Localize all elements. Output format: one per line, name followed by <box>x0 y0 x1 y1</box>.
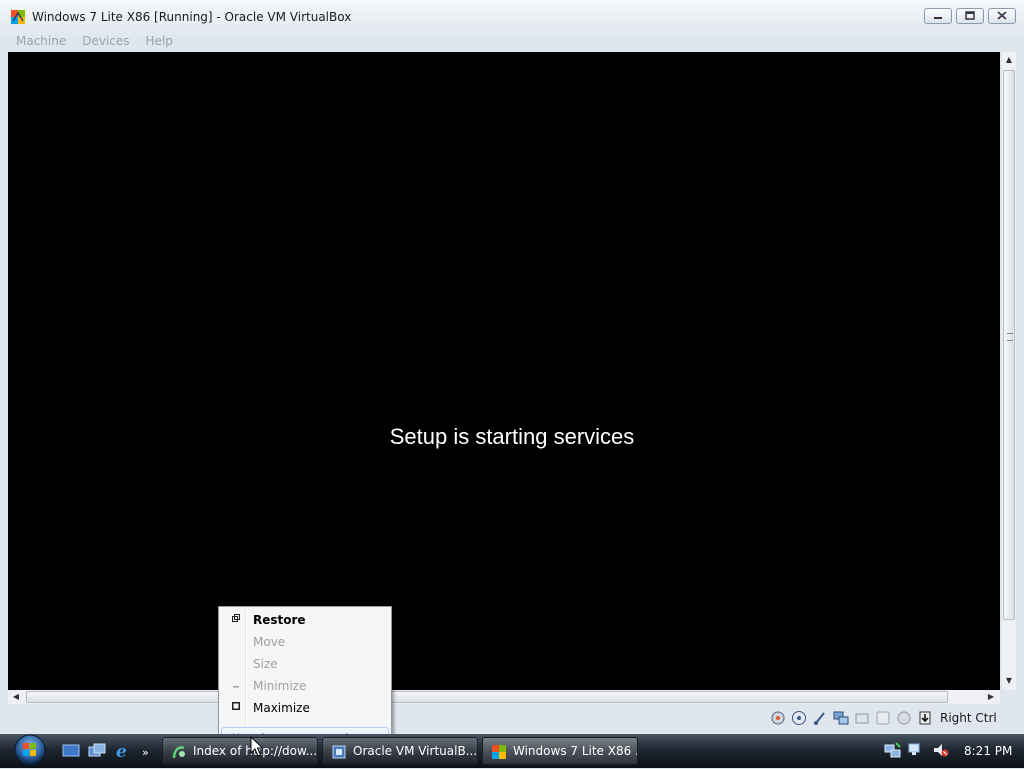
display-icon[interactable] <box>875 710 891 726</box>
maximize-icon <box>229 697 243 719</box>
window-system-menu: Restore Move Size Minimize Maximize Clos… <box>218 606 392 750</box>
menu-devices[interactable]: Devices <box>82 32 129 50</box>
shared-folders-icon[interactable] <box>854 710 870 726</box>
menu-bar: Machine Devices Help <box>8 32 173 50</box>
show-desktop-icon[interactable] <box>62 743 80 762</box>
windows-logo-icon <box>12 734 48 769</box>
vm-setup-message: Setup is starting services <box>389 424 635 449</box>
menu-item-maximize[interactable]: Maximize <box>221 697 389 719</box>
volume-muted-icon[interactable] <box>932 742 950 761</box>
minimize-icon <box>933 9 943 23</box>
network-status-icon[interactable] <box>908 742 926 761</box>
taskbar-button-vm-window[interactable]: Windows 7 Lite X86 ... <box>482 737 638 765</box>
menu-item-minimize: Minimize <box>221 675 389 697</box>
scroll-right-icon[interactable]: ▶ <box>986 692 996 702</box>
usb-icon[interactable] <box>812 710 828 726</box>
menu-machine[interactable]: Machine <box>16 32 66 50</box>
menu-item-size: Size <box>253 657 278 671</box>
status-bar: Right Ctrl <box>770 708 997 728</box>
vertical-scroll-thumb[interactable] <box>1003 70 1015 620</box>
taskbar-clock[interactable]: 8:21 PM <box>964 744 1012 758</box>
network-icon[interactable] <box>884 742 902 761</box>
mouse-integration-icon[interactable] <box>917 710 933 726</box>
quick-launch: e » <box>62 742 149 763</box>
close-icon <box>997 9 1007 23</box>
scroll-up-icon[interactable]: ▲ <box>1004 55 1014 65</box>
scroll-left-icon[interactable]: ◀ <box>11 692 21 702</box>
restore-button[interactable] <box>956 8 984 24</box>
internet-explorer-icon[interactable]: e <box>114 742 132 763</box>
taskbar-button-virtualbox-manager[interactable]: Oracle VM VirtualB... <box>322 737 478 765</box>
menu-help[interactable]: Help <box>146 32 173 50</box>
svg-text:e: e <box>116 742 127 760</box>
browser-icon <box>171 743 187 759</box>
mouse-cursor-icon <box>250 735 264 758</box>
host-key-label: Right Ctrl <box>940 711 997 725</box>
horizontal-scroll-thumb[interactable] <box>26 691 948 703</box>
start-button[interactable] <box>8 734 52 769</box>
virtualbox-window: Windows 7 Lite X86 [Running] - Oracle VM… <box>0 0 1024 734</box>
window-title: Windows 7 Lite X86 [Running] - Oracle VM… <box>32 10 352 24</box>
minimize-icon <box>229 675 243 697</box>
taskbar: e » Index of http://dow... Oracle VM Vir… <box>0 734 1024 768</box>
title-bar[interactable]: Windows 7 Lite X86 [Running] - Oracle VM… <box>0 0 1024 32</box>
vm-display[interactable] <box>8 52 1000 690</box>
window-switcher-icon[interactable] <box>88 743 106 762</box>
notification-area <box>884 742 950 761</box>
menu-item-move: Move <box>253 635 286 649</box>
minimize-button[interactable] <box>924 8 952 24</box>
optical-drive-icon[interactable] <box>791 710 807 726</box>
menu-item-restore[interactable]: Restore <box>221 609 389 631</box>
virtualbox-icon <box>491 743 507 759</box>
taskbar-button-index[interactable]: Index of http://dow... <box>162 737 318 765</box>
virtualbox-icon <box>331 743 347 759</box>
scroll-down-icon[interactable]: ▼ <box>1004 676 1014 686</box>
hard-disk-icon[interactable] <box>770 710 786 726</box>
restore-icon <box>229 609 243 631</box>
virtualbox-icon[interactable] <box>10 9 26 25</box>
horizontal-scrollbar[interactable]: ◀ ▶ <box>8 690 1000 704</box>
network-icon[interactable] <box>833 710 849 726</box>
close-button[interactable] <box>988 8 1016 24</box>
vertical-scrollbar[interactable]: ▲ ▼ <box>1002 52 1016 690</box>
chevron-right-icon[interactable]: » <box>142 746 149 759</box>
restore-icon <box>965 9 975 23</box>
recording-icon[interactable] <box>896 710 912 726</box>
